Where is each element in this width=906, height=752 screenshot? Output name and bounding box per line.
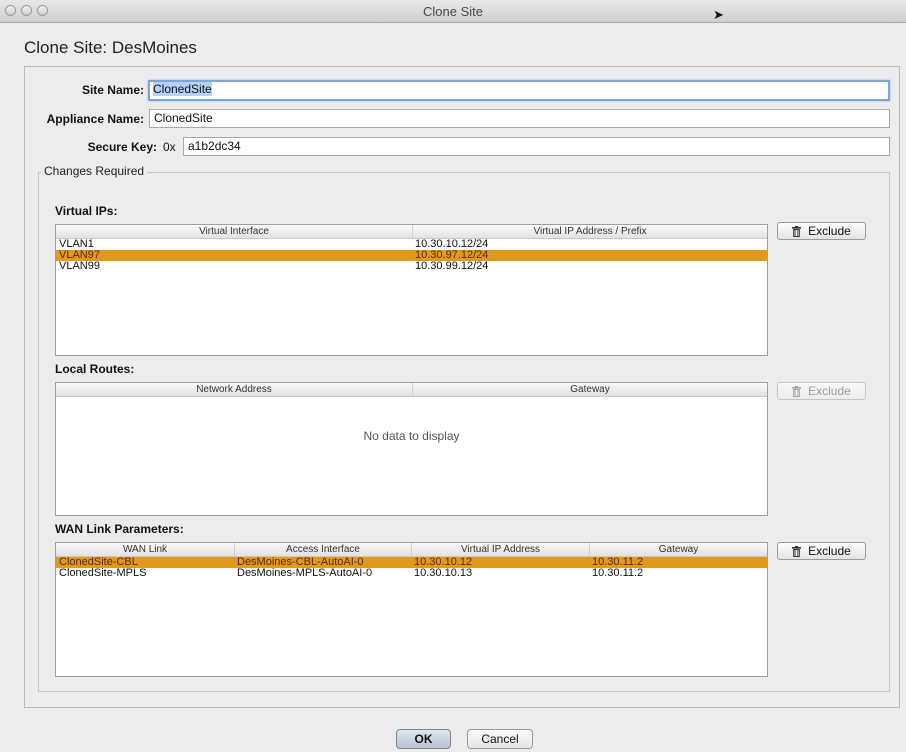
appliance-name-input[interactable]: ClonedSite: [149, 109, 890, 128]
exclude-label: Exclude: [808, 224, 851, 238]
column-header-network-address[interactable]: Network Address: [56, 383, 412, 396]
trash-icon: [792, 546, 802, 557]
table-cell: VLAN97: [59, 250, 100, 261]
column-header-virtual-ip-address[interactable]: Virtual IP Address: [411, 543, 589, 556]
trash-icon: [792, 386, 802, 397]
exclude-label: Exclude: [808, 384, 851, 398]
table-row[interactable]: ClonedSite-MPLS DesMoines-MPLS-AutoAI-0 …: [56, 568, 767, 579]
window-title: Clone Site: [423, 4, 483, 19]
table-cell: DesMoines-CBL-AutoAI-0: [237, 557, 364, 568]
ok-button[interactable]: OK: [396, 729, 451, 749]
local-routes-exclude-button[interactable]: Exclude: [777, 382, 866, 400]
column-header-access-interface[interactable]: Access Interface: [234, 543, 411, 556]
table-cell: 10.30.99.12/24: [415, 261, 489, 272]
column-header-wan-link[interactable]: WAN Link: [56, 543, 234, 556]
table-cell: ClonedSite-MPLS: [59, 568, 147, 579]
secure-key-prefix: 0x: [163, 140, 176, 154]
secure-key-input[interactable]: a1b2dc34: [183, 137, 890, 156]
site-name-input[interactable]: ClonedSite: [148, 80, 890, 101]
table-row-selected[interactable]: VLAN97 10.30.97.12/24: [56, 250, 767, 261]
site-name-value: ClonedSite: [153, 82, 212, 96]
table-cell: 10.30.11.2: [592, 568, 644, 579]
virtual-ips-table[interactable]: Virtual Interface Virtual IP Address / P…: [55, 224, 768, 356]
table-header: Network Address Gateway: [56, 383, 767, 397]
local-routes-title: Local Routes:: [55, 362, 135, 376]
table-cell: DesMoines-MPLS-AutoAI-0: [237, 568, 373, 579]
mouse-cursor-icon: ➤: [713, 7, 724, 22]
local-routes-table[interactable]: Network Address Gateway No data to displ…: [55, 382, 768, 516]
table-cell: 10.30.10.13: [414, 568, 473, 579]
trash-icon: [792, 226, 802, 237]
column-header-gateway[interactable]: Gateway: [589, 543, 767, 556]
table-cell: 10.30.10.12: [414, 557, 473, 568]
table-cell: 10.30.97.12/24: [415, 250, 489, 261]
wan-links-exclude-button[interactable]: Exclude: [777, 542, 866, 560]
cancel-button[interactable]: Cancel: [467, 729, 533, 749]
table-row-selected[interactable]: ClonedSite-CBL DesMoines-CBL-AutoAI-0 10…: [56, 557, 767, 568]
table-cell: ClonedSite-CBL: [59, 557, 138, 568]
appliance-name-value: ClonedSite: [154, 111, 213, 125]
dialog-heading: Clone Site: DesMoines: [24, 38, 197, 57]
column-header-virtual-interface[interactable]: Virtual Interface: [56, 225, 412, 238]
table-cell: 10.30.10.12/24: [415, 239, 489, 250]
exclude-label: Exclude: [808, 544, 851, 558]
wan-links-table[interactable]: WAN Link Access Interface Virtual IP Add…: [55, 542, 768, 677]
secure-key-value: a1b2dc34: [188, 139, 241, 153]
table-header: Virtual Interface Virtual IP Address / P…: [56, 225, 767, 239]
table-row[interactable]: VLAN99 10.30.99.12/24: [56, 261, 767, 272]
virtual-ips-title: Virtual IPs:: [55, 204, 118, 218]
table-cell: VLAN1: [59, 239, 94, 250]
column-header-gateway[interactable]: Gateway: [412, 383, 767, 396]
table-row[interactable]: VLAN1 10.30.10.12/24: [56, 239, 767, 250]
wan-link-parameters-title: WAN Link Parameters:: [55, 522, 184, 536]
column-header-virtual-ip-prefix[interactable]: Virtual IP Address / Prefix: [412, 225, 767, 238]
secure-key-label: Secure Key:: [87, 140, 157, 154]
window-titlebar[interactable]: Clone Site ➤: [0, 0, 906, 23]
site-name-label: Site Name:: [81, 83, 144, 97]
virtual-ips-exclude-button[interactable]: Exclude: [777, 222, 866, 240]
table-cell: VLAN99: [59, 261, 100, 272]
table-cell: 10.30.11.2: [592, 557, 644, 568]
empty-table-message: No data to display: [363, 429, 460, 443]
table-header: WAN Link Access Interface Virtual IP Add…: [56, 543, 767, 557]
appliance-name-label: Appliance Name:: [46, 112, 144, 126]
changes-required-legend: Changes Required: [41, 164, 148, 178]
